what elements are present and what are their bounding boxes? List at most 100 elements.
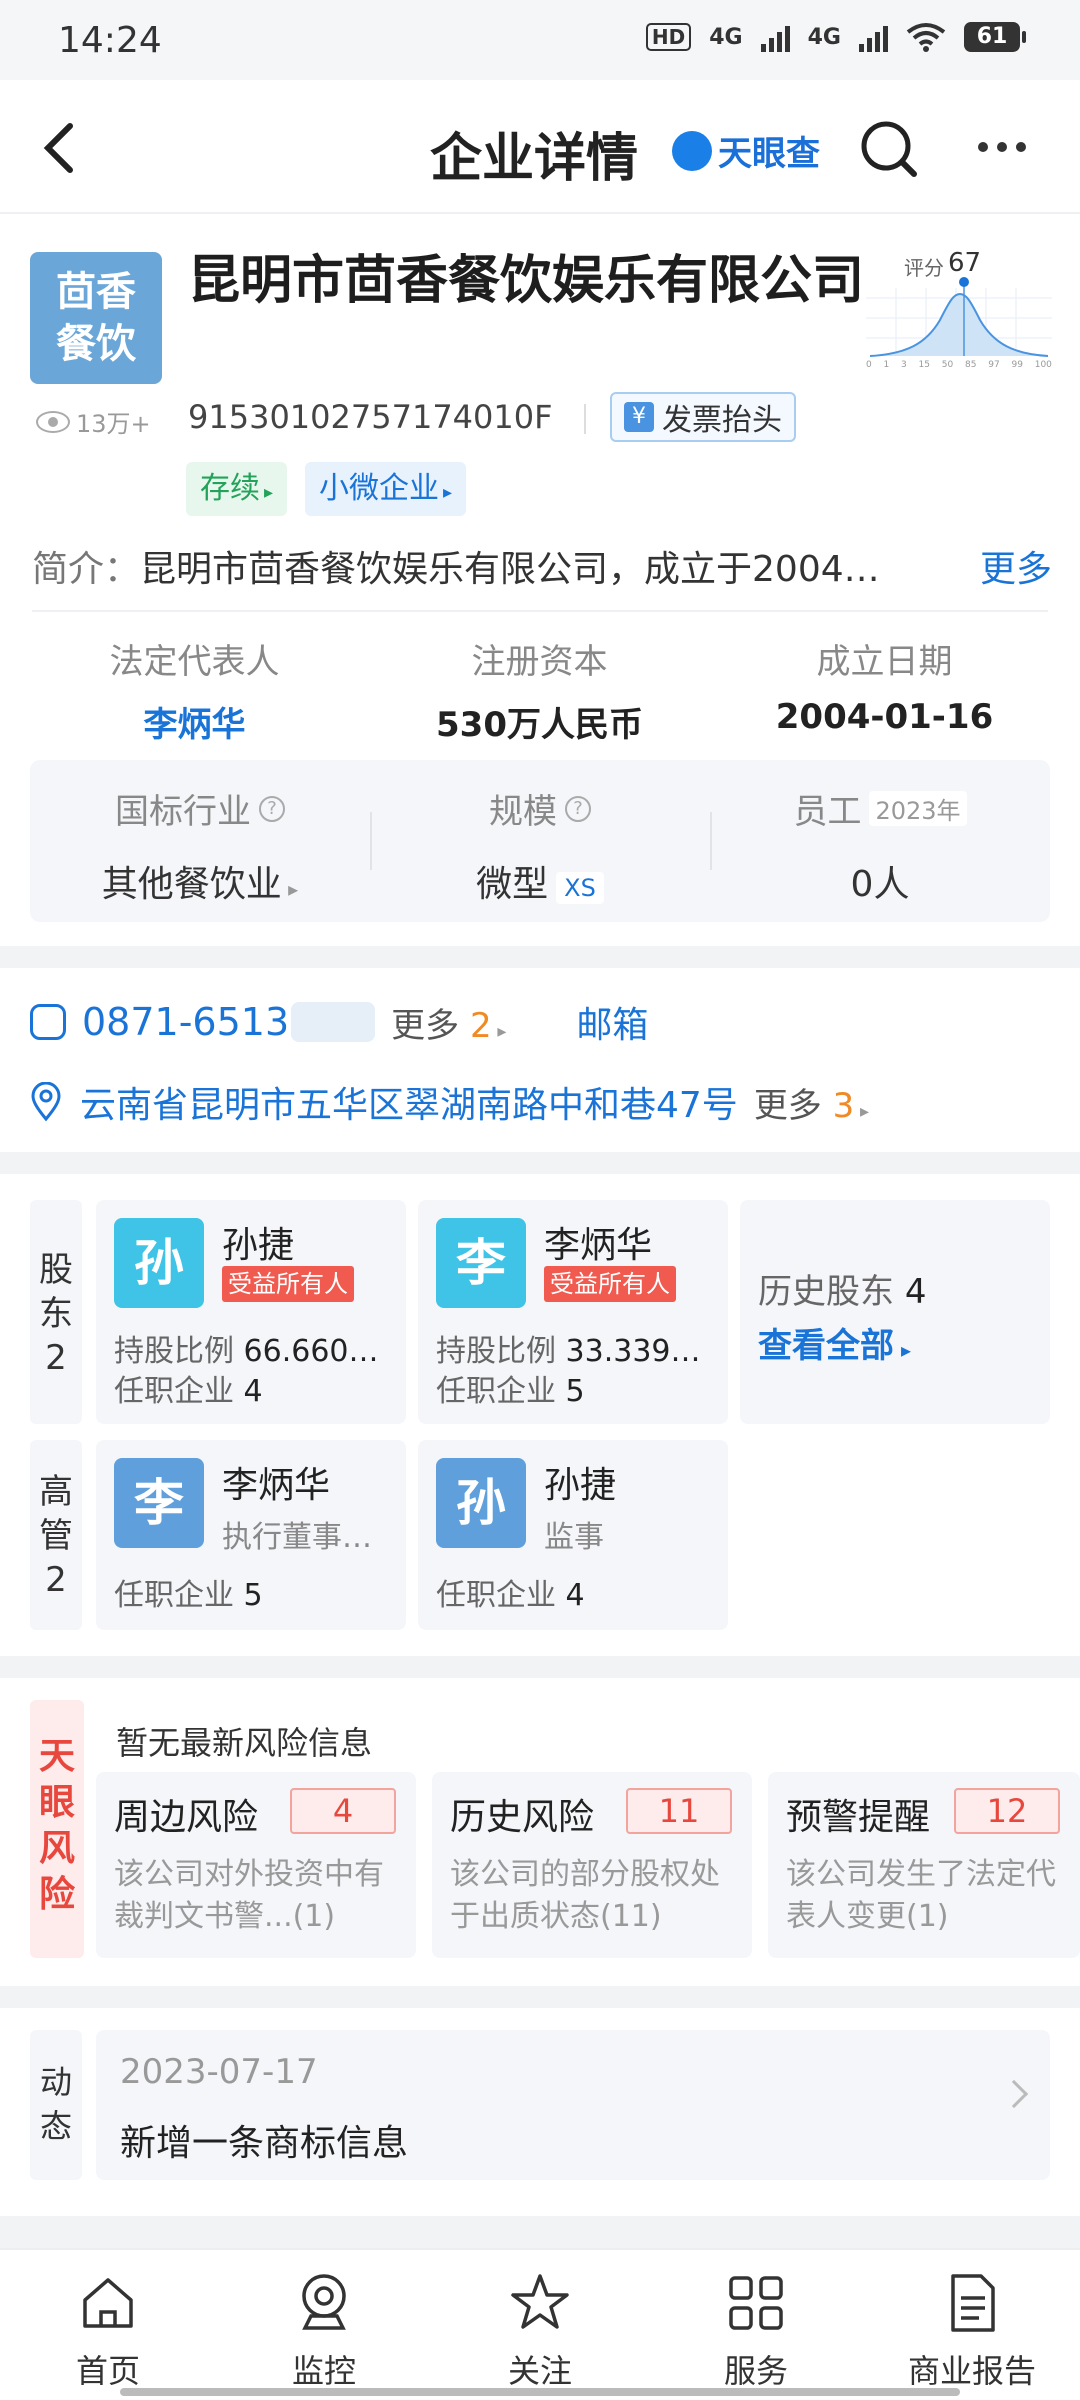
shareholders-label: 股 东 2 [30,1200,82,1424]
credit-code[interactable]: 91530102757174010F [188,398,553,436]
legal-rep: 法定代表人 李炳华 [22,634,367,746]
location-pin-icon [31,1082,61,1122]
scale-label: 规模 [489,792,557,832]
news-text: 新增一条商标信息 [120,2123,409,2164]
risk-desc: 该公司对外投资中有裁判文书警...(1) [114,1857,384,1934]
legal-rep-link[interactable]: 李炳华 [22,697,367,746]
shareholder-card[interactable]: 李 李炳华 受益所有人 持股比例 33.339… 任职企业 5 [418,1200,728,1424]
status-tag-active[interactable]: 存续 ▸ [186,462,288,516]
avatar: 李 [436,1218,526,1308]
executives-label: 高 管 2 [30,1440,82,1630]
risk-count: 12 [954,1788,1060,1834]
battery-icon: 61 [964,22,1026,52]
registered-capital-value: 530万人民币 [436,705,643,745]
phone-more[interactable]: 更多 2 ▸ [391,998,506,1047]
tab-business-report[interactable]: 商业报告 [864,2250,1080,2400]
risk-title: 历史风险 [450,1797,595,1838]
tab-home[interactable]: 首页 [0,2250,216,2400]
industry-cell[interactable]: 国标行业? 其他餐饮业 ▸ [30,760,370,922]
network-4g-label: 4G [709,24,743,50]
brand-logo: 天眼查 [672,126,820,175]
score-tick: 99 [1011,360,1023,370]
tab-services[interactable]: 服务 [648,2250,864,2400]
score-chart[interactable]: 评分 67 0 1 3 15 50 85 97 99 100 [866,248,1052,376]
section-gap [0,1986,1080,2008]
phone-number[interactable]: 0871-6513 [82,1000,289,1044]
news-label: 动 态 [30,2030,82,2180]
executive-card[interactable]: 李 李炳华 执行董事… 任职企业 5 [96,1440,406,1630]
section-gap [0,946,1080,968]
status-tag-small-enterprise[interactable]: 小微企业 ▸ [305,462,467,516]
ratio-label: 持股比例 [114,1334,234,1369]
tab-label: 服务 [723,2352,788,2390]
registered-capital-label: 注册资本 [471,642,608,682]
address-text[interactable]: 云南省昆明市五华区翠湖南路中和巷47号 [80,1076,738,1128]
intro-text: 昆明市茴香餐饮娱乐有限公司，成立于2004… [140,549,880,590]
risk-count: 4 [290,1788,396,1834]
news-card[interactable]: 2023-07-17 新增一条商标信息 [96,2030,1050,2180]
invoice-title-button[interactable]: ¥ 发票抬头 [610,392,796,442]
address-more[interactable]: 更多 3 ▸ [754,1078,869,1127]
chevron-right-icon [999,2079,1029,2109]
scale-value: 微型 [476,864,549,905]
section-gap [0,1656,1080,1678]
search-icon[interactable] [858,118,920,180]
risk-card-warning[interactable]: 预警提醒 12 该公司发生了法定代表人变更(1) [768,1772,1080,1958]
score-ticks: 0 1 3 15 50 85 97 99 100 [866,360,1052,370]
history-label: 历史股东 [758,1272,894,1312]
caret-right-icon: ▸ [281,877,299,901]
more-options-icon[interactable] [978,142,1026,152]
status-icons: HD 4G 4G 61 [645,22,1026,52]
monitor-icon [302,2274,346,2330]
company-logo-text-2: 餐饮 [56,321,136,367]
score-distribution-curve [866,277,1052,357]
executive-card[interactable]: 孙 孙捷 监事 任职企业 4 [418,1440,728,1630]
intro-label: 简介： [32,549,141,590]
tab-label: 监控 [291,2352,356,2390]
label-char: 高 [39,1472,73,1512]
score-tick: 15 [918,360,930,370]
intro-more-link[interactable]: 更多 [973,540,1052,592]
history-shareholders-card[interactable]: 历史股东 4 查看全部 ▸ [740,1200,1050,1424]
beneficial-owner-badge: 受益所有人 [222,1266,354,1302]
risk-desc: 该公司的部分股权处于出质状态(11) [450,1857,720,1934]
company-name: 昆明市茴香餐饮娱乐有限公司 [188,251,865,311]
tianyancha-logo-icon [672,130,712,171]
masked-digits [291,1002,376,1042]
founded-date-value: 2004-01-16 [775,697,994,737]
nav-bar: 企业详情 天眼查 [0,80,1080,214]
scale-cell: 规模? 微型 XS [370,760,710,922]
jobs-label: 任职企业 [114,1374,234,1409]
staff-cell: 员工 2023年 0人 [710,760,1050,922]
contact-row: 0871-6513 更多 2 ▸ 邮箱 [30,996,1050,1048]
shareholder-card[interactable]: 孙 孙捷 受益所有人 持股比例 66.660… 任职企业 4 [96,1200,406,1424]
status-time: 14:24 [58,20,162,61]
status-bar: 14:24 HD 4G 4G 61 [0,0,1080,80]
label-char: 态 [39,2107,72,2145]
caret-right-icon: ▸ [443,482,453,503]
shareholder-name: 李炳华 [544,1225,653,1266]
avatar: 孙 [114,1218,204,1308]
risk-title: 周边风险 [114,1797,259,1838]
tab-follow[interactable]: 关注 [432,2250,648,2400]
score-tick: 85 [965,360,977,370]
email-link[interactable]: 邮箱 [576,996,648,1048]
label-char: 眼 [38,1782,75,1823]
help-icon[interactable]: ? [259,795,285,822]
help-icon[interactable]: ? [565,795,591,822]
registered-capital: 注册资本 530万人民币 [367,634,712,746]
tab-monitor[interactable]: 监控 [216,2250,432,2400]
risk-card-surrounding[interactable]: 周边风险 4 该公司对外投资中有裁判文书警...(1) [96,1772,416,1958]
home-indicator[interactable] [120,2388,960,2396]
back-icon[interactable] [38,120,82,176]
founded-date: 成立日期 2004-01-16 [712,634,1057,746]
tag-label: 小微企业 [319,471,440,506]
tab-label: 首页 [75,2352,140,2390]
view-all-link[interactable]: 查看全部 [758,1326,894,1366]
score-tick: 97 [988,360,1000,370]
score-tick: 1 [883,360,890,370]
signal-icon-2 [859,22,888,52]
beneficial-owner-badge: 受益所有人 [544,1266,676,1302]
risk-card-history[interactable]: 历史风险 11 该公司的部分股权处于出质状态(11) [432,1772,752,1958]
divider [32,610,1048,612]
